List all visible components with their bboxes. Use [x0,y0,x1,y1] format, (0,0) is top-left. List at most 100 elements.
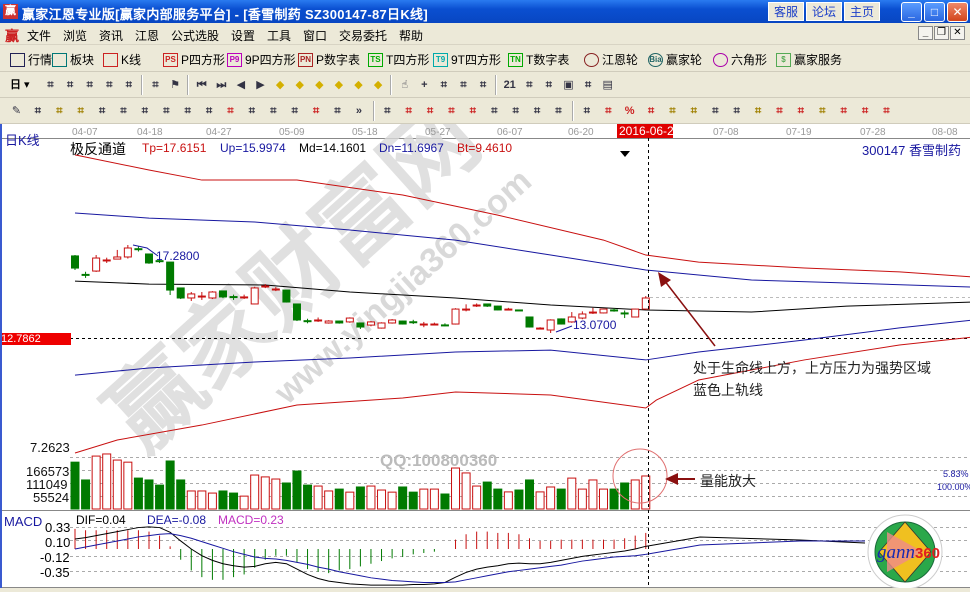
close-button[interactable]: ✕ [947,2,968,22]
pan-left-icon[interactable]: ◆ [272,77,289,93]
menu-tools[interactable]: 工具 [267,27,291,44]
circle-grid-icon[interactable]: ⌗ [158,103,175,119]
brush-icon[interactable]: ⌗ [707,103,724,119]
percent-icon[interactable]: % [621,103,638,119]
eraser-icon[interactable]: ⌗ [136,103,153,119]
menu-browse[interactable]: 浏览 [63,27,87,44]
target-icon[interactable]: ⌗ [243,103,260,119]
toolbar-tn-button[interactable]: TN T数字表 [508,51,569,68]
save-icon[interactable]: ▣ [560,77,577,93]
zigzag-icon[interactable]: ⌗ [486,103,503,119]
print-icon[interactable]: ▤ [599,77,616,93]
mdi-minimize-button[interactable]: _ [918,26,933,40]
cycle-line-icon[interactable]: ⌗ [475,77,492,93]
toolbar-quote-table-button[interactable]: 行情 [10,51,52,68]
menu-help[interactable]: 帮助 [399,27,423,44]
star-icon[interactable]: ⌗ [265,103,282,119]
si-fan-icon[interactable]: ⌗ [878,103,895,119]
menu-news[interactable]: 资讯 [99,27,123,44]
gann-box-icon[interactable]: ⌗ [422,103,439,119]
network-icon[interactable]: ⌗ [580,77,597,93]
flag-icon[interactable]: ⚑ [167,77,184,93]
menu-file[interactable]: 文件 [27,27,51,44]
grid-2-icon[interactable]: ⌗ [529,103,546,119]
price-scale-icon[interactable]: ⌗ [578,103,595,119]
zoom-in-icon[interactable]: ◆ [350,77,367,93]
menu-formula-screen[interactable]: 公式选股 [171,27,219,44]
chart-overlay-icon[interactable]: ⌗ [42,77,59,93]
menu-window[interactable]: 窗口 [303,27,327,44]
menu-gann[interactable]: 江恩 [135,27,159,44]
forum-link[interactable]: 论坛 [806,2,842,21]
customer-service-link[interactable]: 客服 [768,2,804,21]
gold-coin-icon[interactable]: ⌗ [664,103,681,119]
calculator-icon[interactable]: ⌗ [521,77,538,93]
spiral-icon[interactable]: ⌗ [115,103,132,119]
j-fan-icon[interactable]: ⌗ [771,103,788,119]
calendar-icon[interactable]: 21 [501,77,518,93]
maximize-button[interactable]: □ [924,2,945,22]
first-bar-icon[interactable]: ⏮ [193,77,210,93]
app-menu-icon[interactable]: 赢 [5,26,19,46]
more-icon[interactable]: » [350,103,367,119]
ying-fan-icon[interactable]: ⌗ [857,103,874,119]
toolbar-sector-blocks-button[interactable]: 板块 [52,51,94,68]
map-icon[interactable]: ⌗ [147,77,164,93]
line-draw-icon[interactable]: ⌗ [435,77,452,93]
gold-icon[interactable]: ⌗ [750,103,767,119]
toolbar-gann-wheel-button[interactable]: 江恩轮 [584,51,638,68]
mdi-restore-button[interactable]: ❐ [934,26,949,40]
wave-icon[interactable]: ⌗ [728,103,745,119]
percent-line-icon[interactable]: ⌗ [600,103,617,119]
candle-dropdown-icon[interactable]: ⌗ [120,77,137,93]
mdi-close-button[interactable]: ✕ [950,26,965,40]
grid-lines-icon[interactable]: ⌗ [29,103,46,119]
last-bar-icon[interactable]: ⏭ [213,77,230,93]
homepage-link[interactable]: 主页 [844,2,880,21]
triangle-icon[interactable]: ⌗ [222,103,239,119]
crosshair-icon[interactable]: + [416,77,433,93]
zoom-out-icon[interactable]: ◆ [370,77,387,93]
fib-lines-icon[interactable]: ⌗ [94,103,111,119]
god-lines-icon[interactable]: ⌗ [329,103,346,119]
notes-icon[interactable]: ⌗ [62,77,79,93]
hand-icon[interactable]: ☝ [396,77,413,93]
toolbar-ps-button[interactable]: PS P四方形 [163,51,225,68]
square-grid-icon[interactable]: ⌗ [286,103,303,119]
bars-3-icon[interactable]: ⌗ [81,77,98,93]
shrink-icon[interactable]: ◆ [330,77,347,93]
parallel-lines-icon[interactable]: ⌗ [179,103,196,119]
gold-lines-2-icon[interactable]: ⌗ [72,103,89,119]
menu-trading[interactable]: 交易委托 [339,27,387,44]
toolbar-p9-button[interactable]: P9 9P四方形 [227,51,296,68]
percent-list-icon[interactable]: ⌗ [643,103,660,119]
toolbar-winner-wheel-button[interactable]: Bia 赢家轮 [648,51,702,68]
gold-lines-icon[interactable]: ⌗ [51,103,68,119]
bars-9-icon[interactable]: ⌗ [101,77,118,93]
toolbar-candlestick-button[interactable]: K线 [103,51,141,68]
zoom-horizontal-icon[interactable]: ◆ [311,77,328,93]
gold-fan-icon[interactable]: ⌗ [814,103,831,119]
toolbar-hexagon-button[interactable]: 六角形 [713,51,767,68]
scroll-left-icon[interactable]: ◀ [232,77,249,93]
fan-lines-icon[interactable]: ⌗ [400,103,417,119]
pan-right-icon[interactable]: ◆ [291,77,308,93]
gold-list-icon[interactable]: ⌗ [685,103,702,119]
toolbar-t9-button[interactable]: T9 9T四方形 [433,51,501,68]
n2-lines-icon[interactable]: ⌗ [201,103,218,119]
scroll-right-icon[interactable]: ▶ [252,77,269,93]
f-fan-icon[interactable]: ⌗ [792,103,809,119]
report-icon[interactable]: ⌗ [540,77,557,93]
gann-box-2-icon[interactable]: ⌗ [443,103,460,119]
parallel-slant-icon[interactable]: ⌗ [550,103,567,119]
angle-lines-icon[interactable]: ⌗ [308,103,325,119]
angle-fan-icon[interactable]: ⌗ [464,103,481,119]
period-dropdown[interactable]: 日 ▾ [10,77,36,93]
festival-icon[interactable]: ⌗ [455,77,472,93]
box-icon[interactable]: ⌗ [379,103,396,119]
toolbar-dollar-button[interactable]: $ 赢家服务 [776,51,842,68]
minimize-button[interactable]: _ [901,2,922,22]
shen-fan-icon[interactable]: ⌗ [835,103,852,119]
menu-settings[interactable]: 设置 [231,27,255,44]
grid-icon[interactable]: ⌗ [507,103,524,119]
